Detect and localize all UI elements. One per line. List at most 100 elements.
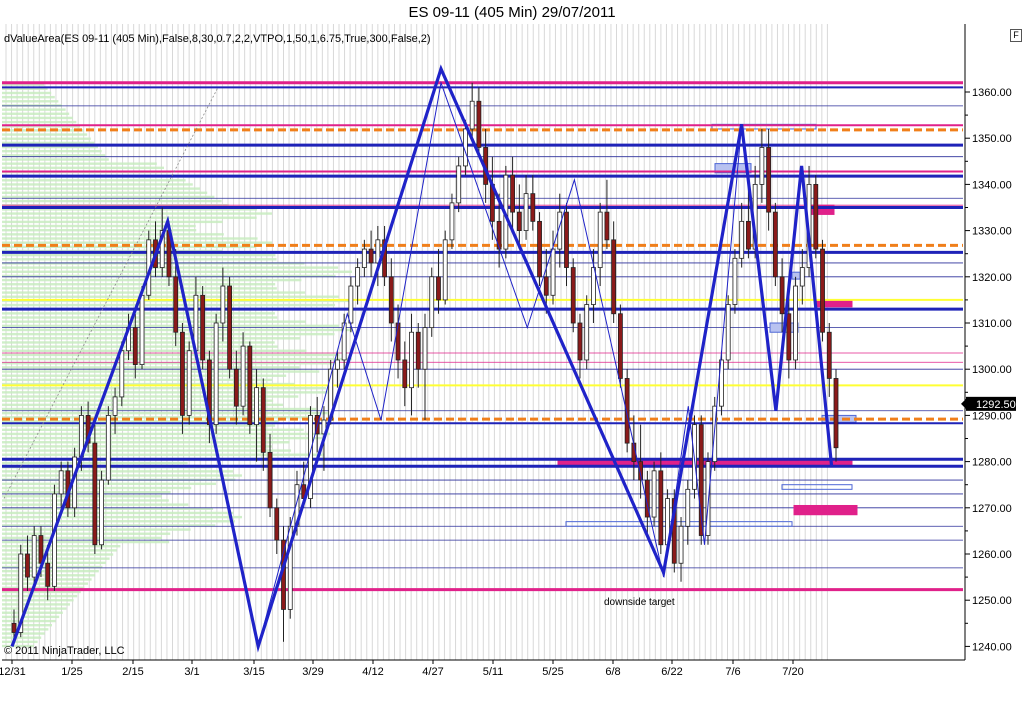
candle-body	[725, 304, 731, 361]
candle-body	[25, 553, 30, 578]
profile-bar	[2, 162, 157, 165]
candle	[388, 258, 394, 342]
candle	[402, 341, 408, 407]
last-price-pointer	[961, 398, 966, 409]
profile-bar	[2, 628, 49, 631]
x-tick-label: 3/1	[184, 666, 199, 678]
candle-body	[415, 331, 421, 370]
candle	[725, 295, 731, 370]
candle-body	[132, 327, 138, 365]
y-tick-label: 1240.00	[972, 641, 1012, 653]
candle-body	[395, 322, 401, 361]
candle	[739, 202, 745, 268]
y-tick-label: 1280.00	[972, 457, 1012, 469]
candle-body	[186, 350, 192, 416]
x-tick-label: 2/15	[122, 666, 143, 678]
profile-bar	[2, 387, 326, 390]
candle-body	[739, 220, 745, 259]
profile-bar	[2, 312, 275, 315]
x-tick-label: 6/8	[605, 666, 620, 678]
candle-body	[254, 387, 259, 426]
candle	[112, 387, 118, 434]
profile-bar	[2, 353, 340, 357]
profile-bar	[2, 424, 276, 427]
profile-bar	[2, 391, 328, 394]
candle-body	[267, 451, 273, 509]
profile-bar	[2, 324, 340, 328]
x-tick-label: 6/22	[661, 666, 682, 678]
candle-body	[422, 327, 428, 370]
candle	[537, 212, 542, 287]
profile-bar	[2, 137, 91, 140]
candle	[678, 517, 684, 582]
price-chart[interactable]: 1240.00 1250.00 1260.00 1270.00 1280.00 1290.…	[0, 0, 1024, 703]
profile-bar	[2, 432, 331, 436]
profile-bar	[2, 95, 55, 99]
candle-body	[99, 479, 104, 546]
candle-body	[227, 285, 233, 370]
candle-body	[678, 525, 684, 564]
profile-bar	[2, 191, 208, 194]
candle-body	[52, 493, 57, 587]
profile-bar	[2, 582, 88, 585]
candle	[833, 369, 839, 462]
x-tick-label: 1/25	[61, 666, 82, 678]
candle-body	[436, 276, 441, 301]
candle-body	[799, 267, 805, 287]
profile-bar	[2, 187, 200, 190]
candle-body	[31, 535, 37, 578]
candle-body	[584, 304, 590, 361]
profile-bar	[2, 428, 304, 431]
last-price-label: 1292.50	[976, 399, 1016, 411]
candle-body	[402, 359, 408, 389]
x-axis: 12/31 1/25 2/15 3/1 3/15 3/29 4/12 4/27 5/11 5/25…	[0, 659, 965, 678]
profile-bar	[2, 366, 300, 369]
candle-body	[355, 267, 361, 287]
candle-body	[597, 211, 603, 268]
profile-bar	[2, 112, 70, 115]
profile-bar	[2, 590, 81, 594]
value-area-box	[793, 504, 858, 516]
y-tick-label: 1290.00	[972, 410, 1012, 422]
x-tick-label: 3/29	[302, 666, 323, 678]
candle	[186, 341, 192, 425]
candle	[631, 415, 637, 481]
candle-body	[213, 322, 219, 426]
x-tick-label: 12/31	[0, 666, 26, 678]
profile-bar	[2, 120, 77, 124]
y-tick-label: 1320.00	[972, 272, 1012, 284]
candle	[617, 304, 623, 388]
candle-body	[92, 442, 98, 546]
profile-bar	[2, 395, 299, 398]
profile-bar	[2, 316, 278, 319]
y-tick-label: 1270.00	[972, 503, 1012, 515]
profile-bar	[2, 220, 223, 224]
candle-body	[469, 100, 475, 130]
profile-bar	[2, 441, 290, 444]
profile-bar	[2, 199, 222, 203]
candle-body	[247, 345, 253, 426]
candle-body	[11, 622, 17, 633]
y-tick-label: 1260.00	[972, 549, 1012, 561]
candle-body	[361, 248, 367, 268]
x-tick-label: 5/25	[542, 666, 563, 678]
profile-bar	[2, 195, 215, 199]
profile-bar	[2, 149, 102, 153]
profile-bar	[2, 349, 307, 352]
chart-toggle-button[interactable]: F	[1010, 29, 1022, 42]
candle-body	[732, 257, 738, 305]
y-tick-label: 1350.00	[972, 133, 1012, 145]
profile-bar	[2, 320, 306, 323]
profile-bar	[2, 569, 99, 573]
candle	[793, 276, 798, 370]
profile-bar	[2, 499, 169, 502]
candle-body	[260, 387, 266, 453]
profile-bar	[2, 515, 242, 519]
candle	[719, 350, 724, 416]
candle	[705, 452, 711, 545]
candle-body	[368, 248, 374, 264]
value-area-box	[781, 484, 853, 490]
profile-bar	[2, 607, 67, 610]
candle	[570, 258, 576, 333]
candle-body	[766, 147, 772, 213]
